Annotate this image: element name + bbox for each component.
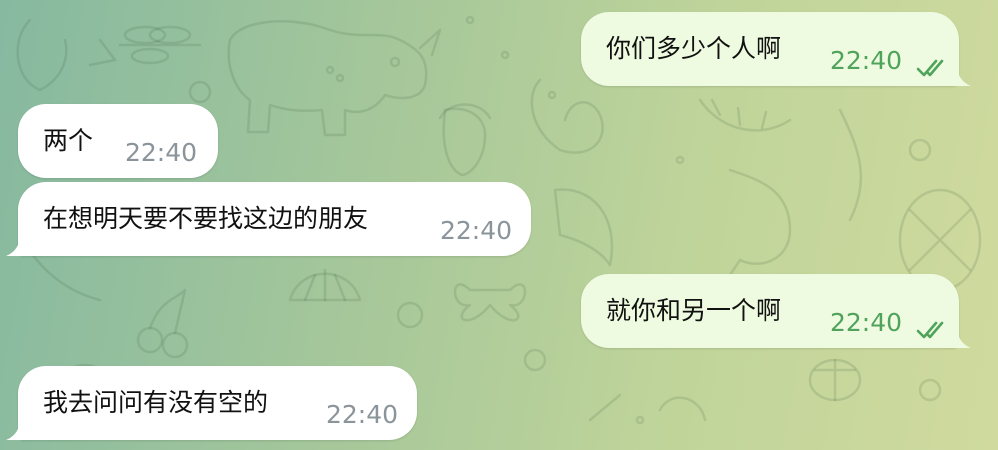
message-bubble-outgoing[interactable]: 就你和另一个啊 22:40: [581, 274, 971, 348]
message-text: 我去问问有没有空的: [43, 388, 269, 417]
bubble-tail: [6, 418, 28, 440]
message-bubble-incoming[interactable]: 两个 22:40: [18, 104, 218, 178]
double-check-icon: [916, 59, 944, 77]
message-bubble-incoming[interactable]: 在想明天要不要找这边的朋友 22:40: [6, 182, 531, 256]
message-time: 22:40: [326, 400, 399, 429]
bubble-tail: [6, 234, 28, 256]
message-time: 22:40: [830, 308, 903, 337]
message-text: 就你和另一个啊: [606, 296, 782, 325]
message-bubble-outgoing[interactable]: 你们多少个人啊 22:40: [581, 12, 971, 86]
message-time: 22:40: [440, 216, 513, 245]
message-bubble-incoming[interactable]: 我去问问有没有空的 22:40: [6, 366, 417, 440]
double-check-icon: [916, 321, 944, 339]
message-text: 两个: [43, 126, 94, 155]
message-text: 在想明天要不要找这边的朋友: [43, 204, 369, 233]
message-text: 你们多少个人啊: [606, 34, 782, 63]
message-time: 22:40: [830, 46, 903, 75]
message-time: 22:40: [125, 138, 198, 167]
